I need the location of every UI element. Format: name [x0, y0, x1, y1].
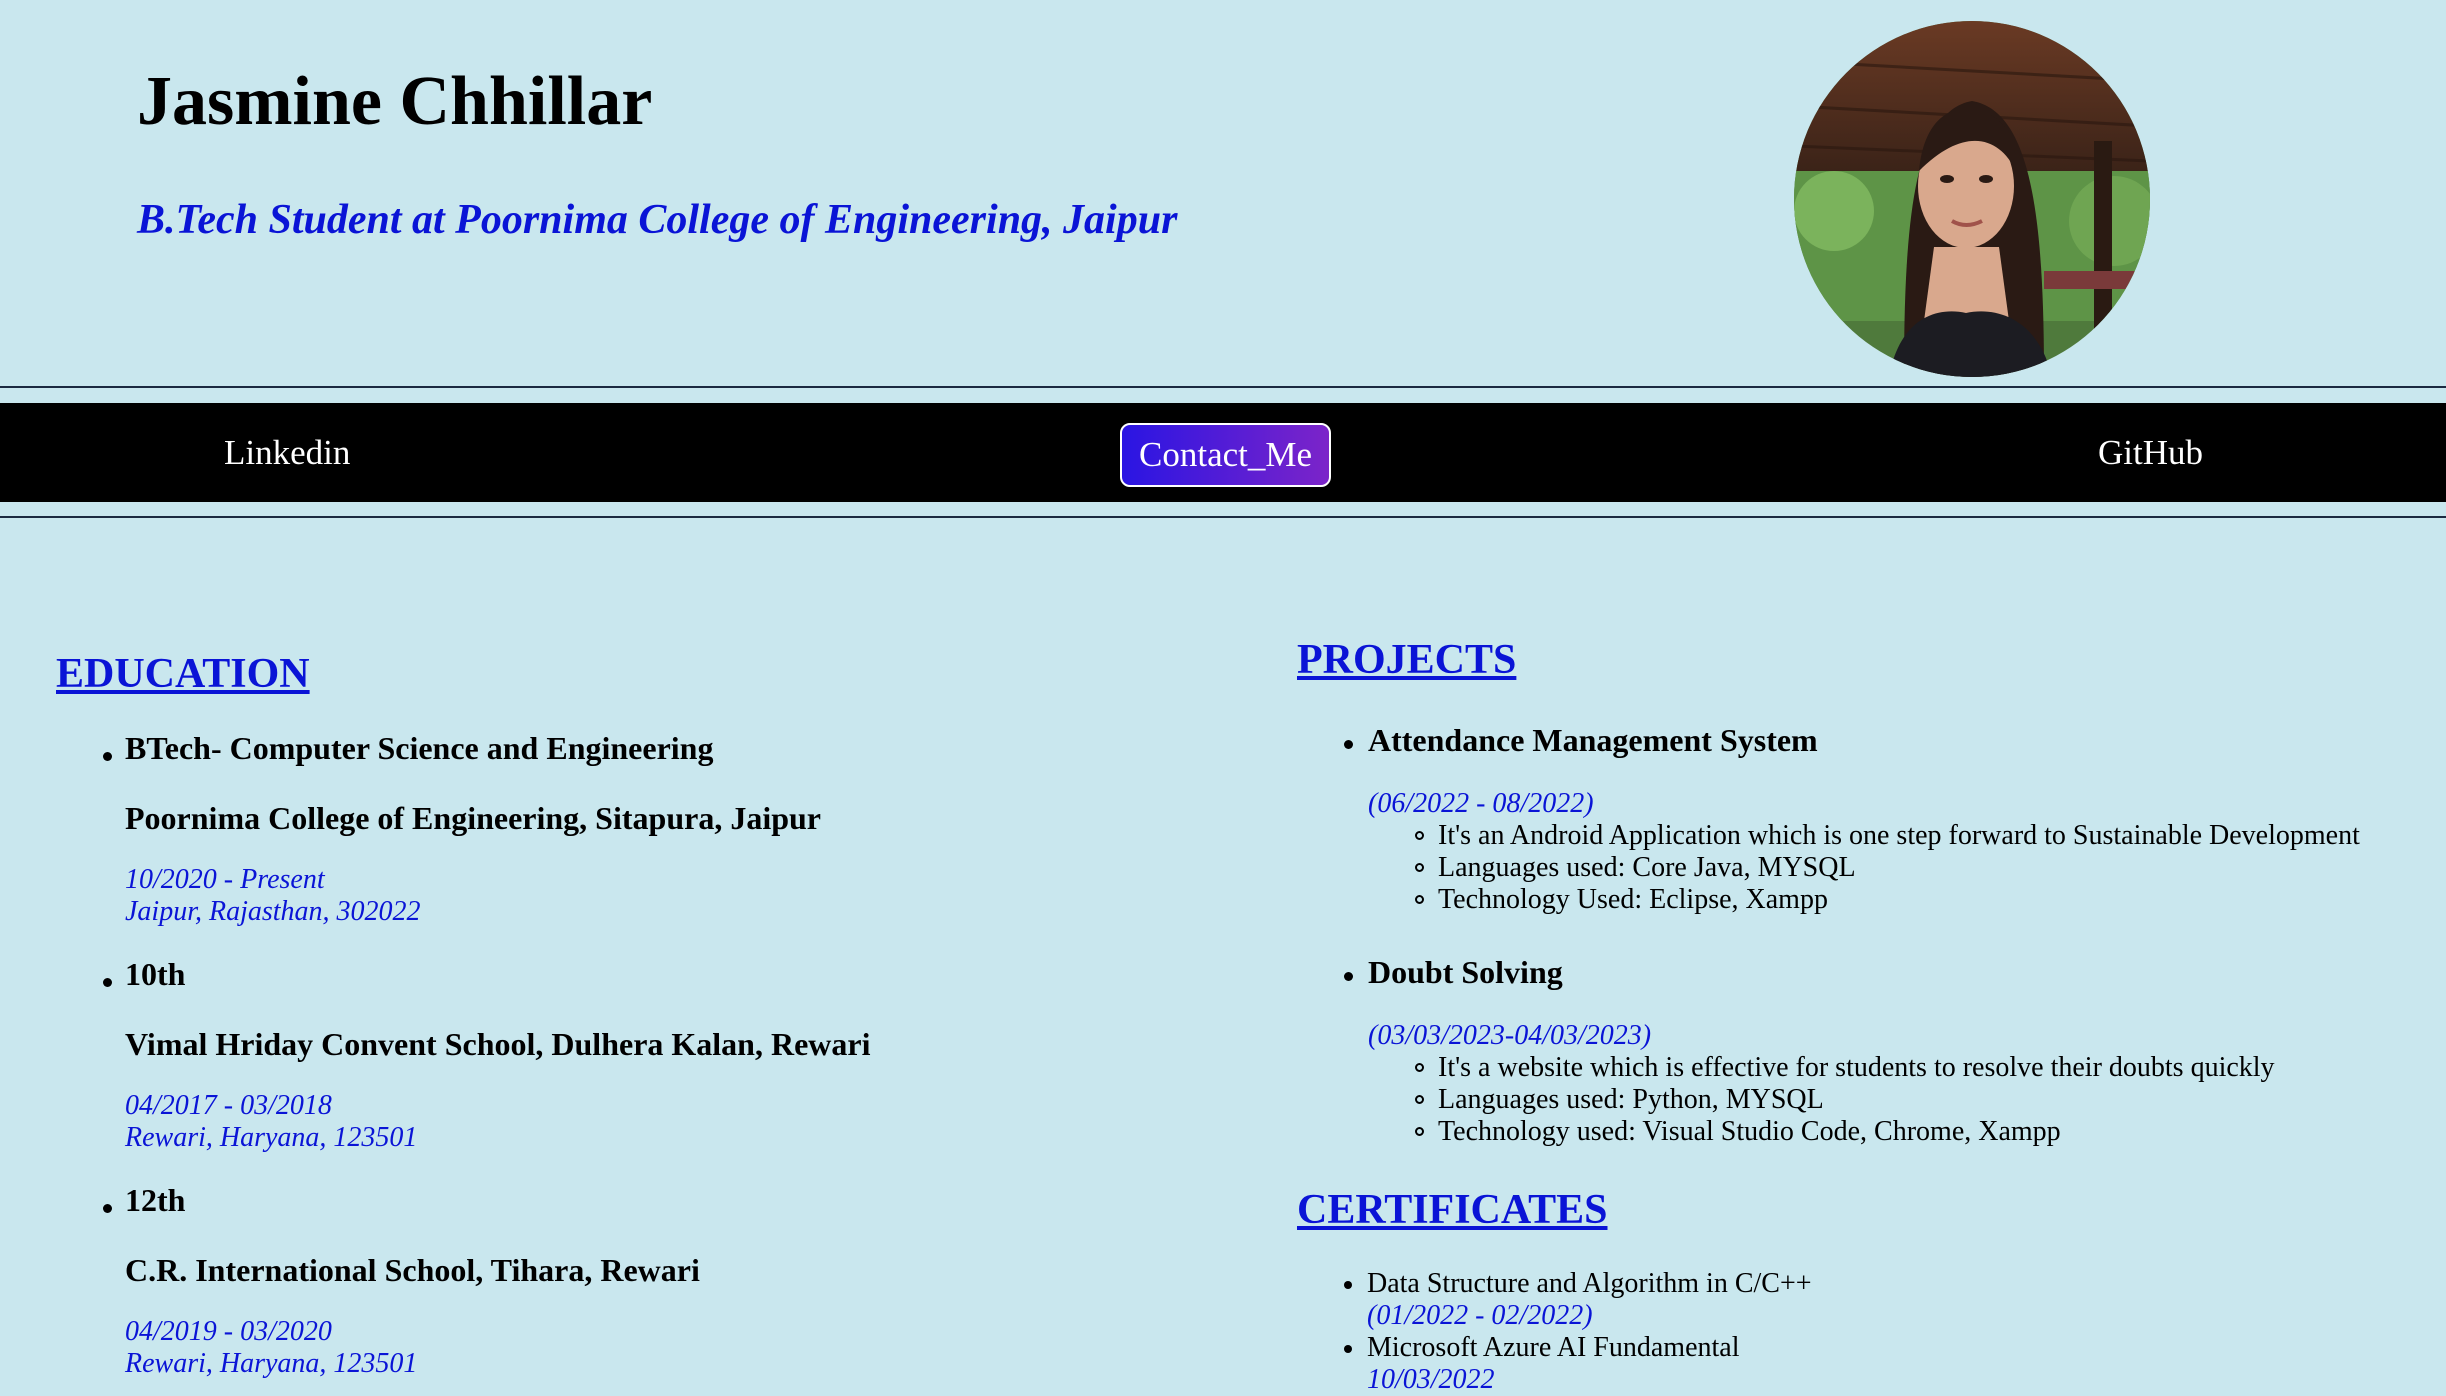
education-date: 04/2019 - 03/2020: [125, 1316, 332, 1347]
certificates-list: Data Structure and Algorithm in C/C++ (0…: [1344, 1268, 1812, 1396]
education-degree: 10th: [125, 956, 186, 992]
project-date: (03/03/2023-04/03/2023): [1368, 1020, 1652, 1051]
education-degree: BTech- Computer Science and Engineering: [125, 730, 714, 766]
project-detail: Technology used: Visual Studio Code, Chr…: [1415, 1116, 2360, 1148]
education-date: 04/2017 - 03/2018: [125, 1090, 332, 1121]
project-detail: It's a website which is effective for st…: [1415, 1052, 2360, 1084]
project-details: It's an Android Application which is one…: [1368, 820, 2360, 916]
list-item: Doubt Solving (03/03/2023-04/03/2023) It…: [1344, 952, 2360, 1148]
education-degree: 12th: [125, 1182, 186, 1218]
github-link[interactable]: GitHub: [2098, 430, 2203, 476]
project-name: Attendance Management System: [1368, 722, 1818, 758]
list-item: 12th C.R. International School, Tihara, …: [102, 1180, 870, 1380]
linkedin-link[interactable]: Linkedin: [224, 430, 350, 476]
page-header: Jasmine Chhillar B.Tech Student at Poorn…: [0, 0, 2446, 385]
avatar: [1794, 21, 2150, 377]
tagline: B.Tech Student at Poornima College of En…: [137, 197, 1178, 243]
certificate-name: Microsoft Azure AI Fundamental: [1367, 1332, 1740, 1363]
education-date: 10/2020 - Present: [125, 864, 325, 895]
education-location: Jaipur, Rajasthan, 302022: [125, 896, 421, 927]
education-list: BTech- Computer Science and Engineering …: [102, 728, 871, 1380]
education-location: Rewari, Haryana, 123501: [125, 1122, 418, 1153]
certificate-date: (01/2022 - 02/2022): [1367, 1300, 1593, 1331]
list-item: 10th Vimal Hriday Convent School, Dulher…: [102, 954, 871, 1154]
project-details: It's a website which is effective for st…: [1368, 1052, 2360, 1148]
page-title: Jasmine Chhillar: [137, 63, 653, 140]
list-item: Microsoft Azure AI Fundamental 10/03/202…: [1344, 1332, 1812, 1396]
education-school: Poornima College of Engineering, Sitapur…: [125, 800, 821, 836]
certificate-date: 10/03/2022: [1367, 1364, 1495, 1395]
list-item: BTech- Computer Science and Engineering …: [102, 728, 870, 928]
contact-me-button[interactable]: Contact_Me: [1120, 423, 1332, 487]
project-detail: Technology Used: Eclipse, Xampp: [1415, 884, 2360, 916]
nav-bar: Linkedin Contact_Me GitHub: [0, 403, 2446, 502]
education-location: Rewari, Haryana, 123501: [125, 1348, 418, 1379]
education-school: C.R. International School, Tihara, Rewar…: [125, 1252, 700, 1288]
certificates-heading: CERTIFICATES: [1297, 1187, 1608, 1233]
list-item: Data Structure and Algorithm in C/C++ (0…: [1344, 1268, 1812, 1332]
education-heading: EDUCATION: [56, 651, 310, 697]
profile-photo-icon: [1794, 21, 2150, 377]
projects-list: Attendance Management System (06/2022 - …: [1344, 720, 2360, 1148]
divider-bottom: [0, 516, 2446, 518]
project-detail: It's an Android Application which is one…: [1415, 820, 2360, 851]
list-item: Attendance Management System (06/2022 - …: [1344, 720, 2360, 916]
projects-heading: PROJECTS: [1297, 637, 1517, 683]
project-name: Doubt Solving: [1368, 954, 1563, 990]
project-date: (06/2022 - 08/2022): [1368, 788, 1594, 819]
divider-top: [0, 386, 2446, 388]
project-detail: Languages used: Python, MYSQL: [1415, 1084, 2360, 1116]
project-detail: Languages used: Core Java, MYSQL: [1415, 852, 2360, 884]
certificate-name: Data Structure and Algorithm in C/C++: [1367, 1268, 1812, 1299]
education-school: Vimal Hriday Convent School, Dulhera Kal…: [125, 1026, 871, 1062]
